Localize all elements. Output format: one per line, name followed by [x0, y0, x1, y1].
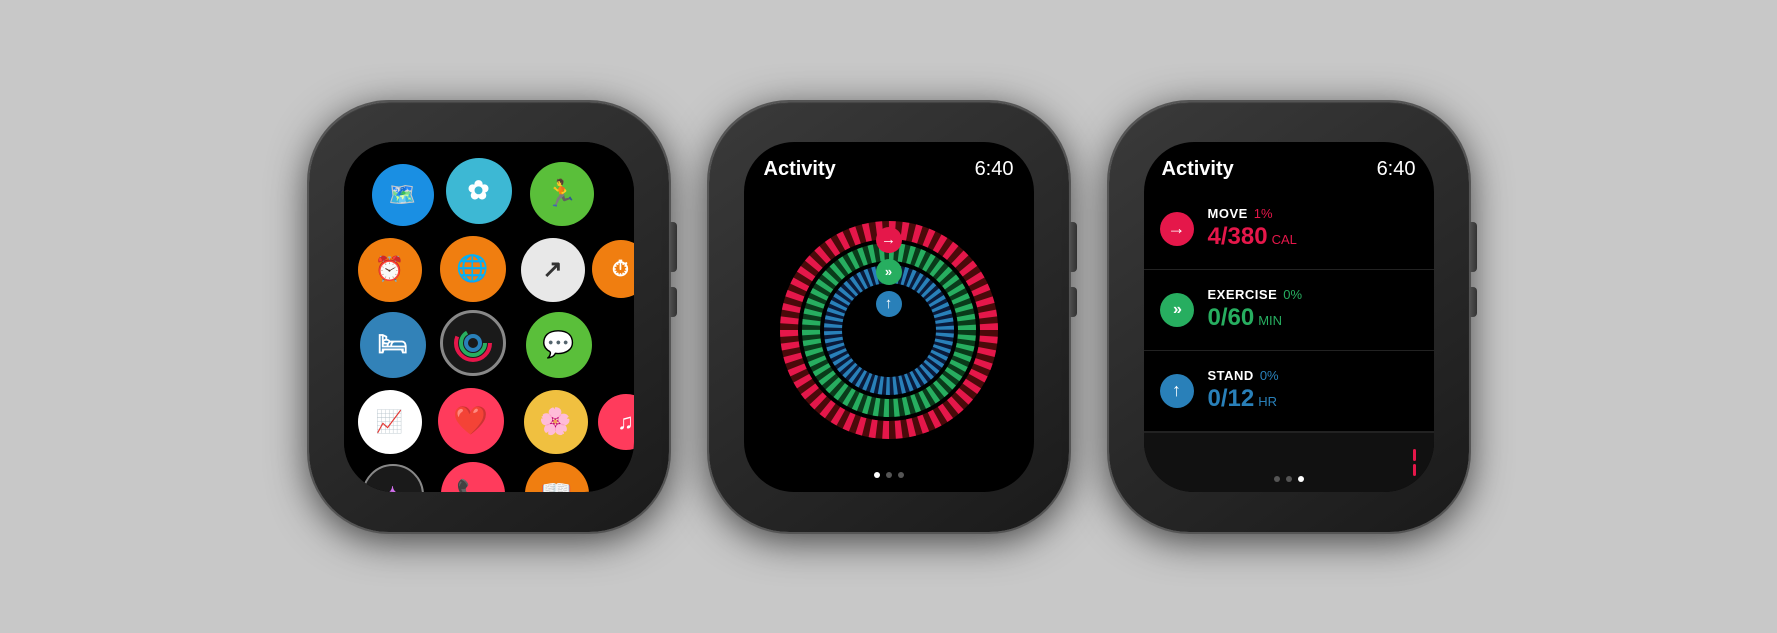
app-health-ecg[interactable]: 📈 [358, 390, 422, 454]
dot-2 [886, 472, 892, 478]
activity-detail-screen: Activity 6:40 → MOVE 1% 4/380 [1144, 142, 1434, 492]
watch-1: 🗺️ ✿ 🏃 ⏰ 🌐 ↗ ⏱ 🛏 [309, 102, 669, 532]
move-row: → MOVE 1% 4/380 CAL [1144, 189, 1434, 270]
watch-3: Activity 6:40 → MOVE 1% 4/380 [1109, 102, 1469, 532]
app-phone[interactable]: 📞 [441, 462, 505, 492]
app-maps[interactable]: 🗺️ [372, 164, 434, 226]
exercise-label-line: EXERCISE 0% [1208, 287, 1303, 302]
app-photos[interactable]: 🌸 [524, 390, 588, 454]
exercise-icon: » [1160, 293, 1194, 327]
page-dots-2 [874, 472, 904, 492]
exercise-unit: MIN [1258, 313, 1282, 328]
stand-unit: HR [1258, 394, 1277, 409]
rings-container: → » ↑ [774, 189, 1004, 472]
exercise-row: » EXERCISE 0% 0/60 MIN [1144, 270, 1434, 351]
activity-time: 6:40 [975, 158, 1014, 181]
watches-container: 🗺️ ✿ 🏃 ⏰ 🌐 ↗ ⏱ 🛏 [289, 82, 1489, 552]
move-arrow: → [876, 227, 902, 253]
move-label: MOVE [1208, 206, 1248, 221]
move-label-line: MOVE 1% [1208, 206, 1297, 221]
app-fitness[interactable]: 🏃 [530, 162, 594, 226]
detail-page-dots [1274, 476, 1304, 482]
exercise-label: EXERCISE [1208, 287, 1278, 302]
move-value: 4/380 [1208, 223, 1268, 251]
app-sparkle[interactable]: ✦ [362, 464, 424, 492]
detail-dot-3 [1298, 476, 1304, 482]
app-sleep[interactable]: 🛏 [360, 312, 426, 378]
app-activity-indicator[interactable]: ↗ [521, 238, 585, 302]
detail-dot-1 [1274, 476, 1280, 482]
app-messages[interactable]: 💬 [526, 312, 592, 378]
move-pct: 1% [1254, 206, 1273, 221]
watch-3-screen: Activity 6:40 → MOVE 1% 4/380 [1144, 142, 1434, 492]
exercise-pct: 0% [1283, 287, 1302, 302]
app-timer[interactable]: ⏱ [592, 240, 634, 298]
app-music[interactable]: ♫ [598, 394, 634, 450]
watch-1-screen: 🗺️ ✿ 🏃 ⏰ 🌐 ↗ ⏱ 🛏 [344, 142, 634, 492]
stand-arrow: ↑ [876, 291, 902, 317]
move-icon: → [1160, 212, 1194, 246]
exercise-content: EXERCISE 0% 0/60 MIN [1208, 287, 1303, 332]
activity-header: Activity 6:40 [744, 142, 1034, 189]
detail-time: 6:40 [1377, 158, 1416, 181]
app-books[interactable]: 📖 [525, 462, 589, 492]
exercise-value: 0/60 [1208, 304, 1255, 332]
app-globe[interactable]: 🌐 [440, 236, 506, 302]
move-unit: CAL [1272, 232, 1297, 247]
apps-canvas: 🗺️ ✿ 🏃 ⏰ 🌐 ↗ ⏱ 🛏 [344, 142, 634, 492]
stand-pct: 0% [1260, 368, 1279, 383]
dot-1 [874, 472, 880, 478]
watch-2-screen: Activity 6:40 [744, 142, 1034, 492]
stand-label: STAND [1208, 368, 1254, 383]
app-heart[interactable]: ❤️ [438, 388, 504, 454]
app-clock[interactable]: ⏰ [358, 238, 422, 302]
stand-row: ↑ STAND 0% 0/12 HR [1144, 351, 1434, 432]
detail-header: Activity 6:40 [1144, 142, 1434, 189]
scroll-line-1 [1413, 449, 1416, 461]
app-bloom[interactable]: ✿ [446, 158, 512, 224]
dot-3 [898, 472, 904, 478]
stand-value: 0/12 [1208, 385, 1255, 413]
activity-title: Activity [764, 158, 836, 181]
bottom-bar [1144, 432, 1434, 492]
detail-dot-2 [1286, 476, 1292, 482]
detail-title: Activity [1162, 158, 1234, 181]
stand-content: STAND 0% 0/12 HR [1208, 368, 1279, 413]
exercise-value-line: 0/60 MIN [1208, 304, 1303, 332]
ring-indicators: → » ↑ [876, 227, 902, 317]
stand-value-line: 0/12 HR [1208, 385, 1279, 413]
scroll-indicator [1413, 449, 1416, 476]
move-content: MOVE 1% 4/380 CAL [1208, 206, 1297, 251]
app-activity-rings[interactable] [440, 310, 506, 376]
activity-rows: → MOVE 1% 4/380 CAL [1144, 189, 1434, 432]
stand-label-line: STAND 0% [1208, 368, 1279, 383]
watch-2: Activity 6:40 [709, 102, 1069, 532]
app-grid: 🗺️ ✿ 🏃 ⏰ 🌐 ↗ ⏱ 🛏 [344, 142, 634, 492]
exercise-arrow: » [876, 259, 902, 285]
activity-rings-screen: Activity 6:40 [744, 142, 1034, 492]
stand-icon: ↑ [1160, 374, 1194, 408]
scroll-line-2 [1413, 464, 1416, 476]
move-value-line: 4/380 CAL [1208, 223, 1297, 251]
